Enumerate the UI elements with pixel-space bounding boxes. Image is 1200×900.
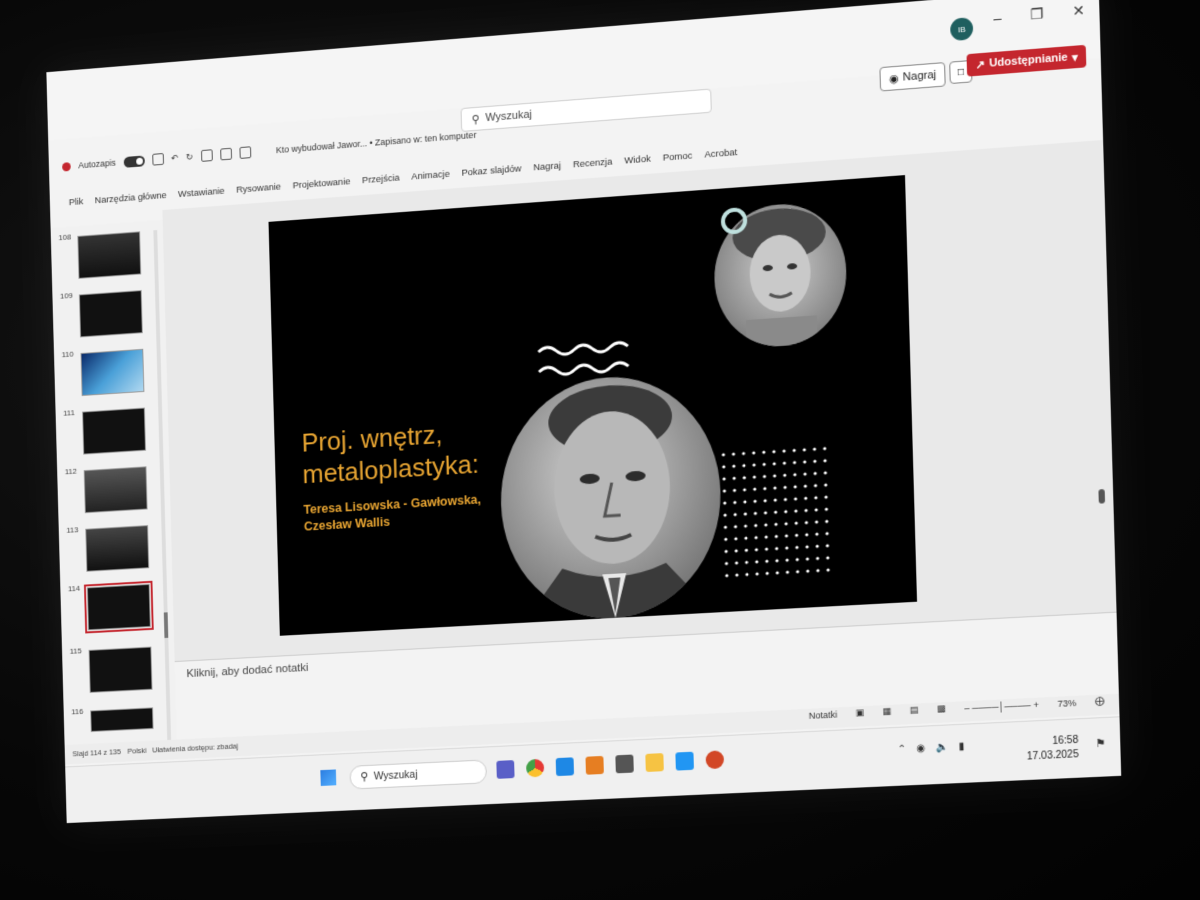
slideshow-view-icon[interactable]: ▩ — [937, 703, 946, 715]
battery-icon[interactable]: ▮ — [959, 741, 965, 752]
tab-home[interactable]: Narzędzia główne — [95, 190, 167, 206]
app-logo-icon — [62, 161, 71, 172]
projector-screen: IB – ❐ ✕ ⚲ Wyszukaj ◉ Nagraj □ ↗ Udostęp… — [46, 0, 1122, 824]
notification-icon[interactable]: ⚑ — [1095, 736, 1106, 750]
redo-icon[interactable]: ↻ — [186, 151, 194, 162]
tab-insert[interactable]: Wstawianie — [178, 186, 225, 200]
tab-plik[interactable]: Plik — [69, 196, 84, 208]
monitor-app-icon[interactable] — [555, 757, 575, 777]
language-icon[interactable]: ◉ — [916, 743, 925, 755]
document-title[interactable]: Kto wybudował Jawor... • Zapisano w: ten… — [276, 130, 477, 155]
teams-icon[interactable] — [496, 760, 515, 779]
taskbar-search-label: Wyszukaj — [373, 768, 418, 783]
tab-help[interactable]: Pomoc — [663, 150, 693, 163]
thumbnail-number: 115 — [69, 646, 82, 656]
slide-names: Teresa Lisowska - Gawłowska, Czesław Wal… — [303, 491, 481, 535]
photos-icon[interactable] — [675, 751, 694, 771]
notes-toggle[interactable]: Notatki — [809, 709, 838, 720]
tab-record[interactable]: Nagraj — [533, 160, 561, 173]
thumbnail-image — [88, 646, 153, 693]
slide-scroll-thumb[interactable] — [1098, 489, 1106, 504]
wave-decoration — [536, 336, 637, 383]
store-app-icon[interactable] — [585, 755, 604, 775]
search-placeholder: Wyszukaj — [485, 108, 533, 125]
tab-draw[interactable]: Rysowanie — [236, 181, 281, 195]
clock-date: 17.03.2025 — [1026, 748, 1079, 763]
slide-heading: Proj. wnętrz, metaloplastyka: — [301, 416, 479, 490]
thumbnail-image — [78, 290, 143, 338]
windows-start-icon[interactable] — [320, 769, 337, 786]
clock[interactable]: 16:58 17.03.2025 — [1026, 734, 1079, 765]
undo-icon[interactable]: ↶ — [171, 152, 179, 163]
thumbnail-image — [85, 525, 150, 572]
save-icon[interactable] — [151, 153, 164, 166]
open-icon[interactable] — [219, 147, 232, 161]
comment-icon: □ — [957, 66, 965, 78]
volume-icon[interactable]: 🔈 — [935, 742, 948, 754]
tab-slideshow[interactable]: Pokaz slajdów — [461, 163, 521, 178]
powerpoint-icon[interactable] — [705, 750, 725, 770]
language-indicator[interactable]: Polski — [127, 746, 146, 756]
thumbnail-number: 116 — [71, 706, 84, 717]
chevron-down-icon: ▾ — [1071, 51, 1078, 64]
current-slide[interactable]: Proj. wnętrz, metaloplastyka: Teresa Lis… — [268, 175, 918, 636]
thumbnail-number: 110 — [61, 349, 74, 360]
chevron-up-icon[interactable]: ⌃ — [897, 744, 906, 756]
chrome-icon[interactable] — [525, 758, 545, 778]
reading-view-icon[interactable]: ▤ — [910, 704, 919, 716]
thumbnail-image — [90, 707, 154, 732]
quick-access-toolbar: Autozapis ↶ ↻ Kto wybudował Jawor... • Z… — [62, 129, 477, 173]
tab-review[interactable]: Recenzja — [573, 156, 613, 170]
thumbnail-number: 114 — [67, 583, 81, 594]
man-portrait-photo — [497, 370, 724, 624]
thumbnail-number: 113 — [66, 525, 79, 535]
share-icon: ↗ — [975, 58, 986, 72]
present-icon[interactable] — [200, 149, 213, 162]
autosave-label: Autozapis — [78, 157, 116, 171]
tab-transitions[interactable]: Przejścia — [362, 173, 400, 187]
search-icon: ⚲ — [471, 113, 480, 126]
share-label: Udostępnianie — [989, 51, 1068, 70]
record-button[interactable]: ◉ Nagraj — [879, 62, 946, 92]
thumbnail-number: 109 — [59, 291, 73, 301]
slide-counter: Slajd 114 z 135 — [72, 747, 122, 759]
taskbar-search[interactable]: ⚲ Wyszukaj — [349, 759, 488, 790]
zoom-level[interactable]: 73% — [1057, 697, 1076, 708]
slide-editor: ❖ Proj. wnętrz, metaloplastyka: Teresa L… — [162, 139, 1117, 662]
thumbnail-image — [77, 231, 142, 279]
thumbnail-number: 111 — [63, 408, 75, 418]
file-explorer-icon[interactable] — [645, 753, 664, 773]
thumbnail-number: 108 — [58, 232, 72, 243]
thumbnail-image — [82, 407, 146, 455]
normal-view-icon[interactable]: ▣ — [855, 707, 864, 719]
thumbnail-image — [80, 348, 145, 397]
record-icon: ◉ — [888, 72, 899, 86]
search-icon: ⚲ — [360, 770, 369, 784]
tab-animations[interactable]: Animacje — [411, 169, 450, 183]
minimize-icon[interactable]: – — [993, 9, 1002, 26]
accessibility-status[interactable]: Ułatwienia dostępu: zbadaj — [152, 742, 238, 755]
thumbnail-scroll-thumb[interactable] — [163, 612, 169, 639]
close-icon[interactable]: ✕ — [1072, 2, 1085, 20]
restore-icon[interactable]: ❐ — [1030, 5, 1044, 23]
new-file-icon[interactable] — [239, 146, 251, 159]
camera-icon[interactable] — [615, 754, 634, 774]
photo-background: IB – ❐ ✕ ⚲ Wyszukaj ◉ Nagraj □ ↗ Udostęp… — [0, 0, 1200, 900]
tab-acrobat[interactable]: Acrobat — [704, 147, 737, 161]
thumbnail-image — [83, 466, 148, 514]
tab-design[interactable]: Projektowanie — [292, 176, 350, 191]
fit-to-window-icon[interactable]: ⨁ — [1095, 695, 1105, 707]
sorter-view-icon[interactable]: ▦ — [883, 706, 892, 718]
dot-grid-decoration — [721, 446, 830, 578]
thumbnail-number: 112 — [64, 466, 77, 477]
notes-placeholder[interactable]: Kliknij, aby dodać notatki — [186, 662, 308, 680]
thumbnail-image — [83, 580, 154, 634]
system-tray: ⌃ ◉ 🔈 ▮ — [897, 741, 964, 755]
slide-thumbnail-pane: 108 109 110 111 112 113 114 115 116 — [50, 219, 178, 755]
record-label: Nagraj — [902, 68, 937, 84]
autosave-toggle[interactable] — [123, 154, 145, 168]
tab-view[interactable]: Widok — [624, 154, 651, 167]
